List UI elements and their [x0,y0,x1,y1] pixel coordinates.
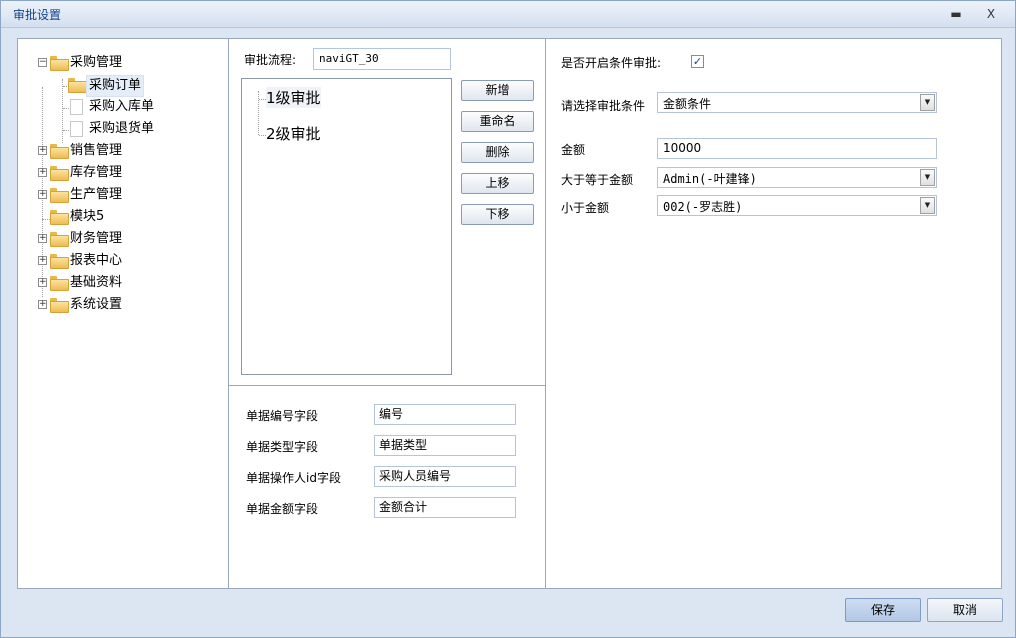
doc-number-field-input[interactable]: 编号 [374,404,516,425]
document-icon [70,99,83,115]
expand-icon[interactable]: + [38,300,47,309]
gte-amount-value: Admin(-叶建锋) [663,172,757,186]
tree-item-label: 销售管理 [70,143,123,158]
chevron-down-icon[interactable]: ▼ [920,94,935,111]
window-title: 审批设置 [13,8,62,22]
approval-level-item[interactable]: 1级审批 [266,87,321,108]
chevron-down-icon[interactable]: ▼ [920,197,935,214]
flow-name-label: 审批流程: [244,53,297,67]
approval-settings-window: 审批设置 ▬ X − 采购管理 采购订单 采购入库单 采购退货单 + 销售管理 … [0,0,1016,638]
doc-operator-field-input[interactable]: 采购人员编号 [374,466,516,487]
approval-level-list[interactable]: 1级审批 2级审批 [241,78,452,375]
flow-name-input[interactable]: naviGT_30 [313,48,451,70]
folder-icon [50,276,69,291]
minimize-icon[interactable]: ▬ [946,5,966,23]
gte-amount-label: 大于等于金额 [561,173,634,187]
expand-icon[interactable]: + [38,234,47,243]
tree-item-label: 采购入库单 [89,99,155,114]
expand-icon[interactable]: + [38,278,47,287]
lt-amount-label: 小于金额 [561,201,610,215]
tree-item-label: 系统设置 [70,297,123,312]
doc-type-field-input[interactable]: 单据类型 [374,435,516,456]
folder-icon [50,254,69,269]
rename-button[interactable]: 重命名 [461,111,534,132]
folder-open-icon [50,56,69,71]
expand-icon[interactable]: + [38,256,47,265]
condition-panel: 是否开启条件审批: ✓ 请选择审批条件 金额条件 ▼ 金额 10000 大于等于… [546,39,1001,588]
save-button[interactable]: 保存 [845,598,921,622]
condition-select[interactable]: 金额条件 ▼ [657,92,937,113]
cancel-button[interactable]: 取消 [927,598,1003,622]
move-down-button[interactable]: 下移 [461,204,534,225]
gte-amount-select[interactable]: Admin(-叶建锋) ▼ [657,167,937,188]
tree-item-label: 模块5 [70,209,105,224]
expand-icon[interactable]: + [38,168,47,177]
folder-icon [50,298,69,313]
tree-item-label: 采购管理 [70,55,123,70]
expand-icon[interactable]: + [38,190,47,199]
title-bar: 审批设置 ▬ X [1,1,1015,28]
folder-icon [50,166,69,181]
amount-label: 金额 [561,143,586,157]
doc-number-field-label: 单据编号字段 [246,409,319,423]
expand-icon[interactable]: + [38,146,47,155]
tree-item-label: 生产管理 [70,187,123,202]
document-icon [70,121,83,137]
close-icon[interactable]: X [981,5,1001,23]
doc-type-field-label: 单据类型字段 [246,440,319,454]
tree-item-label: 库存管理 [70,165,123,180]
doc-amount-field-label: 单据金额字段 [246,502,319,516]
tree-item-label: 财务管理 [70,231,123,246]
enable-condition-checkbox[interactable]: ✓ [691,55,704,68]
amount-input[interactable]: 10000 [657,138,937,159]
folder-open-icon [68,78,87,93]
tree-item-label: 基础资料 [70,275,123,290]
delete-button[interactable]: 删除 [461,142,534,163]
module-tree-panel: − 采购管理 采购订单 采购入库单 采购退货单 + 销售管理 + 库存管理 + … [18,39,229,588]
folder-icon [50,144,69,159]
move-up-button[interactable]: 上移 [461,173,534,194]
collapse-icon[interactable]: − [38,58,47,67]
lt-amount-select[interactable]: 002(-罗志胜) ▼ [657,195,937,216]
add-button[interactable]: 新增 [461,80,534,101]
approval-level-item[interactable]: 2级审批 [266,123,321,144]
tree-item-label: 报表中心 [70,253,123,268]
approval-flow-panel: 审批流程: naviGT_30 1级审批 2级审批 新增 重命名 删除 上移 下… [229,39,546,588]
tree-item-label: 采购退货单 [89,121,155,136]
section-divider [229,385,545,386]
folder-icon [50,232,69,247]
condition-select-label: 请选择审批条件 [561,99,646,113]
chevron-down-icon[interactable]: ▼ [920,169,935,186]
content-panel: − 采购管理 采购订单 采购入库单 采购退货单 + 销售管理 + 库存管理 + … [17,38,1002,589]
lt-amount-value: 002(-罗志胜) [663,200,743,214]
folder-icon [50,188,69,203]
folder-icon [50,210,69,225]
doc-amount-field-input[interactable]: 金额合计 [374,497,516,518]
tree-item-label: 采购订单 [86,75,145,97]
enable-condition-label: 是否开启条件审批: [561,56,662,70]
doc-operator-field-label: 单据操作人id字段 [246,471,341,485]
condition-select-value: 金额条件 [663,97,712,111]
